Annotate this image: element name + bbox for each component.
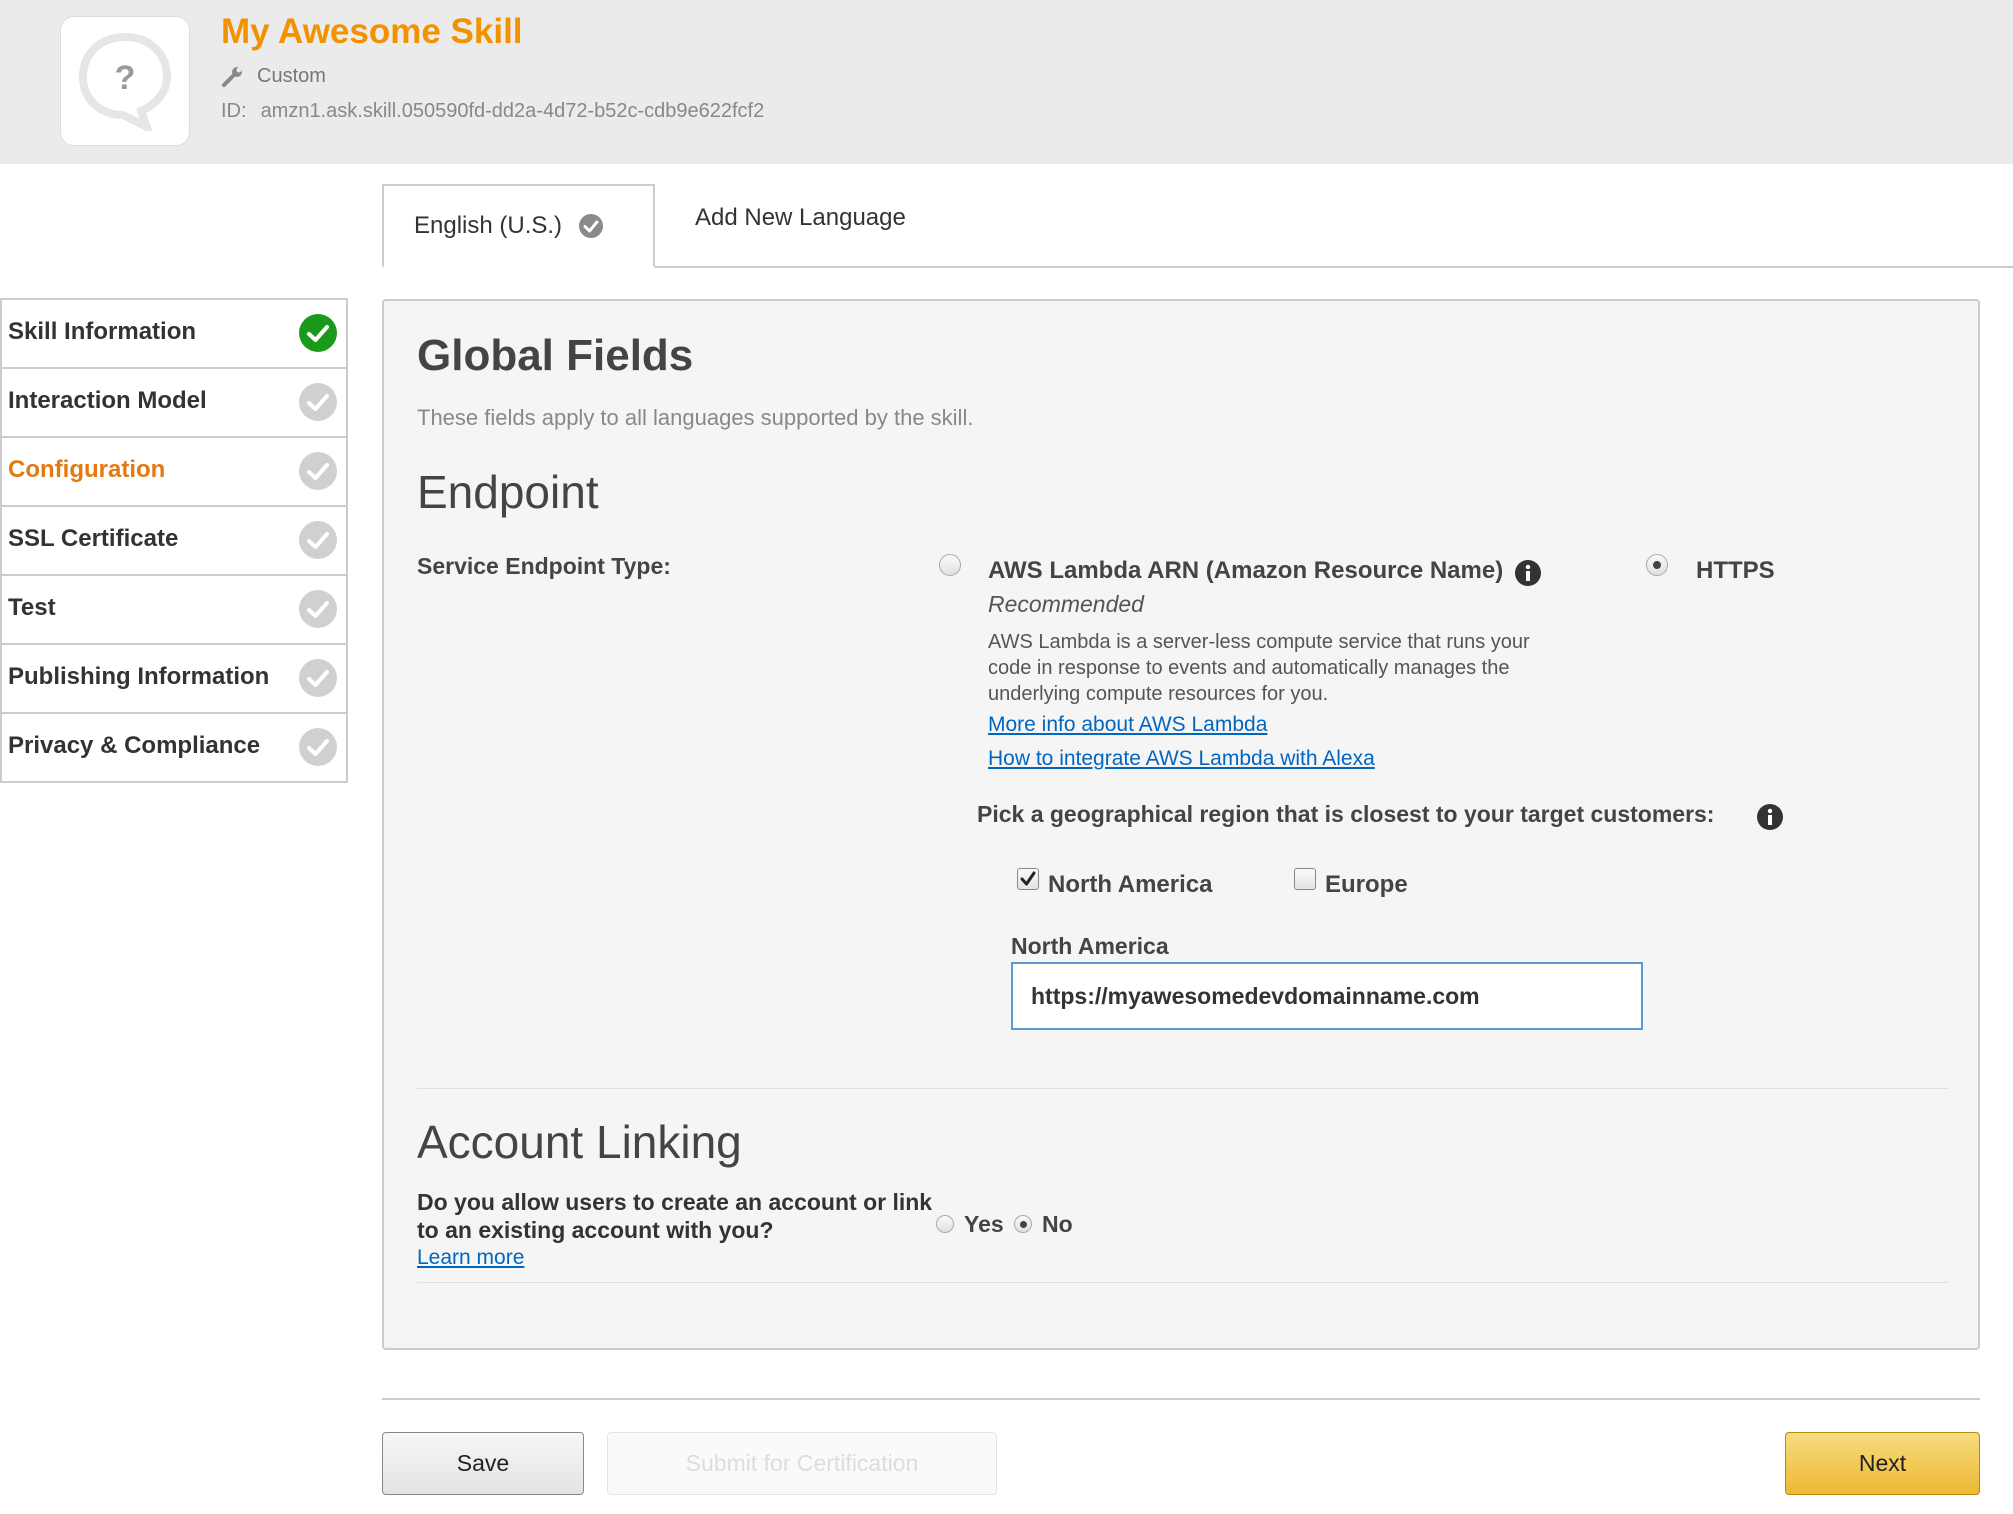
check-pending-icon <box>299 728 337 766</box>
account-linking-no-label: No <box>1042 1211 1073 1237</box>
submit-for-certification-button[interactable]: Submit for Certification <box>607 1432 997 1495</box>
account-linking-yes-label: Yes <box>964 1211 1004 1237</box>
page-title: Global Fields <box>417 331 694 380</box>
info-icon[interactable] <box>1514 559 1542 587</box>
check-pending-icon <box>299 590 337 628</box>
lambda-radio[interactable] <box>939 554 961 576</box>
sidebar-item-label: Interaction Model <box>8 387 207 414</box>
section-divider <box>417 1088 1949 1089</box>
https-radio[interactable] <box>1646 554 1668 576</box>
sidebar-item-interaction-model[interactable]: Interaction Model <box>0 369 348 438</box>
skill-type-label: Custom <box>257 65 326 87</box>
skill-icon: ? <box>60 16 190 146</box>
next-button[interactable]: Next <box>1785 1432 1980 1495</box>
europe-checkbox[interactable] <box>1294 868 1316 890</box>
check-circle-icon <box>579 214 604 238</box>
account-linking-question: Do you allow users to create an account … <box>417 1189 933 1243</box>
sidebar-item-label: Skill Information <box>8 318 197 345</box>
more-info-lambda-link[interactable]: More info about AWS Lambda <box>988 713 1267 737</box>
sidebar-item-skill-information[interactable]: Skill Information <box>0 298 348 369</box>
skill-name: My Awesome Skill <box>221 12 523 51</box>
north-america-endpoint-input[interactable] <box>1011 962 1643 1030</box>
info-icon[interactable] <box>1756 803 1784 831</box>
wrench-icon <box>222 66 242 87</box>
check-pending-icon <box>299 383 337 421</box>
region-prompt: Pick a geographical region that is close… <box>977 801 1715 827</box>
sidebar-item-label: SSL Certificate <box>8 525 179 552</box>
sidebar-item-label: Test <box>8 594 56 621</box>
north-america-checkbox[interactable] <box>1017 868 1039 890</box>
checkmark-icon <box>1020 871 1036 886</box>
europe-checkbox-label: Europe <box>1325 871 1408 898</box>
sidebar-item-test[interactable]: Test <box>0 576 348 645</box>
skill-type: Custom <box>221 65 326 88</box>
endpoint-heading: Endpoint <box>417 466 599 518</box>
account-linking-heading: Account Linking <box>417 1116 742 1168</box>
check-complete-icon <box>299 314 337 352</box>
footer-divider <box>382 1398 1980 1400</box>
skill-header: ? My Awesome Skill Custom ID: amzn1.ask.s… <box>0 0 2013 164</box>
tab-label: English (U.S.) <box>414 212 563 239</box>
sidebar-item-privacy-compliance[interactable]: Privacy & Compliance <box>0 714 348 783</box>
save-button[interactable]: Save <box>382 1432 584 1495</box>
account-linking-yes-radio[interactable] <box>936 1215 954 1233</box>
integrate-lambda-link[interactable]: How to integrate AWS Lambda with Alexa <box>988 747 1375 771</box>
service-endpoint-type-label: Service Endpoint Type: <box>417 553 671 579</box>
sidebar-item-label: Privacy & Compliance <box>8 732 261 759</box>
skill-id: ID: amzn1.ask.skill.050590fd-dd2a-4d72-b5… <box>221 100 764 123</box>
sidebar-item-configuration[interactable]: Configuration <box>0 438 348 507</box>
sidebar: Skill Information Interaction Model Conf… <box>0 298 348 783</box>
sidebar-item-ssl-certificate[interactable]: SSL Certificate <box>0 507 348 576</box>
global-fields-panel: Global Fields These fields apply to all … <box>382 299 1980 1350</box>
speech-bubble-question-icon: ? <box>78 32 172 131</box>
sidebar-item-label: Configuration <box>8 456 166 483</box>
lambda-option-label: AWS Lambda ARN (Amazon Resource Name) <box>988 557 1504 584</box>
check-pending-icon <box>299 452 337 490</box>
https-option-label: HTTPS <box>1696 557 1775 584</box>
sidebar-item-label: Publishing Information <box>8 663 270 690</box>
north-america-checkbox-label: North America <box>1048 871 1213 898</box>
page-subtitle: These fields apply to all languages supp… <box>417 405 974 430</box>
check-pending-icon <box>299 659 337 697</box>
skill-id-value: amzn1.ask.skill.050590fd-dd2a-4d72-b52c-… <box>260 100 765 122</box>
sidebar-item-publishing-information[interactable]: Publishing Information <box>0 645 348 714</box>
tab-english-us[interactable]: English (U.S.) <box>382 184 655 268</box>
section-divider <box>417 1282 1949 1283</box>
north-america-field-label: North America <box>1011 933 1169 959</box>
account-linking-no-radio[interactable] <box>1014 1215 1032 1233</box>
svg-text:?: ? <box>115 59 136 97</box>
lambda-description: AWS Lambda is a server-less compute serv… <box>988 631 1530 705</box>
learn-more-link[interactable]: Learn more <box>417 1246 524 1270</box>
recommended-text: Recommended <box>988 591 1144 617</box>
tab-add-new-language[interactable]: Add New Language <box>695 204 906 232</box>
check-pending-icon <box>299 521 337 559</box>
skill-id-label: ID: <box>221 100 247 122</box>
